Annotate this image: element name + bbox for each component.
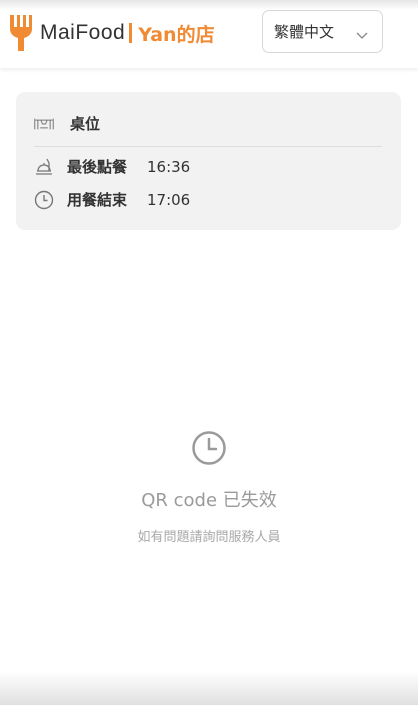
brand-logo[interactable]: MaiFood Yan的店 [8, 13, 215, 53]
top-shade [0, 0, 418, 10]
header: MaiFood Yan的店 繁體中文 [0, 0, 418, 68]
divider [34, 146, 382, 147]
last-order-row: 最後點餐 16:36 [34, 156, 190, 177]
store-name: Yan的店 [138, 23, 215, 46]
order-info-card: 桌位 最後點餐 16:36 用餐結束 17:06 [16, 92, 401, 230]
table-row: 桌位 [34, 113, 100, 134]
table-icon [34, 114, 54, 134]
clock-icon [191, 430, 227, 470]
brand-name: MaiFood [40, 21, 126, 44]
clock-icon [34, 190, 54, 210]
chevron-down-icon [356, 26, 368, 44]
expired-title: QR code 已失效 [141, 490, 277, 511]
fork-knife-logo-icon [8, 13, 34, 53]
language-select[interactable]: 繁體中文 [262, 10, 383, 53]
end-label: 用餐結束 [67, 191, 128, 209]
expired-notice: QR code 已失效 如有問題請詢問服務人員 [0, 430, 418, 545]
table-label: 桌位 [70, 115, 101, 133]
last-order-time: 16:36 [147, 157, 191, 176]
bottom-shade [0, 671, 418, 705]
end-time-row: 用餐結束 17:06 [34, 189, 190, 210]
expired-subtitle: 如有問題請詢問服務人員 [137, 530, 281, 545]
brand-divider [129, 23, 133, 43]
last-order-label: 最後點餐 [67, 158, 128, 176]
food-tray-icon [34, 157, 54, 177]
language-select-value: 繁體中文 [274, 23, 335, 41]
end-time: 17:06 [147, 190, 191, 209]
